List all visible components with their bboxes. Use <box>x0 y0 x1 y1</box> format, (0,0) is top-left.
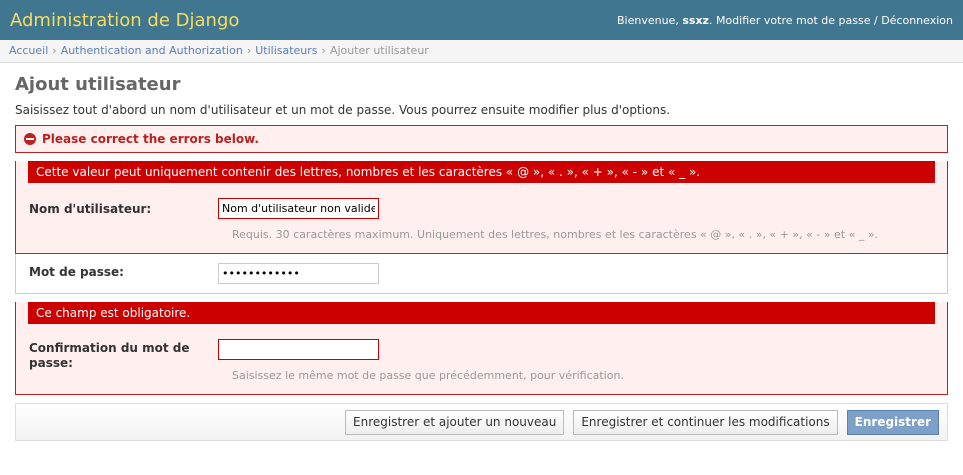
username-row: Cette valeur peut uniquement contenir de… <box>15 161 948 254</box>
breadcrumb-home[interactable]: Accueil <box>9 44 48 57</box>
change-password-link[interactable]: Modifier votre mot de passe <box>716 14 871 27</box>
page-title: Ajout utilisateur <box>15 74 181 95</box>
error-note: Please correct the errors below. <box>15 125 948 153</box>
breadcrumb-separator: › <box>321 44 326 57</box>
content: Ajout utilisateur Saisissez tout d'abord… <box>0 63 963 441</box>
submit-row: Enregistrer et ajouter un nouveau Enregi… <box>15 403 948 441</box>
breadcrumb-current: Ajouter utilisateur <box>329 44 429 57</box>
password2-input[interactable] <box>218 339 379 360</box>
password2-label-line2: passe: <box>29 356 73 370</box>
username-input[interactable] <box>218 198 379 219</box>
username-label: Nom d'utilisateur: <box>29 202 152 216</box>
user-tools: Bienvenue, ssxz. Modifier votre mot de p… <box>617 13 953 27</box>
logout-link[interactable]: Déconnexion <box>881 14 953 27</box>
save-continue-button[interactable]: Enregistrer et continuer les modificatio… <box>573 409 838 435</box>
intro-text: Saisissez tout d'abord un nom d'utilisat… <box>15 103 671 117</box>
breadcrumb-users[interactable]: Utilisateurs <box>255 44 317 57</box>
password1-label: Mot de passe: <box>29 265 124 279</box>
breadcrumb: Accueil › Authentication and Authorization… <box>0 40 963 63</box>
username-error: Cette valeur peut uniquement contenir de… <box>28 161 935 183</box>
user-tools-separator: / <box>873 13 878 27</box>
password2-row: Ce champ est obligatoire. Confirmation d… <box>15 302 948 395</box>
welcome-text: Bienvenue, <box>617 13 679 27</box>
password1-row: Mot de passe: <box>15 254 948 294</box>
error-icon <box>24 133 36 145</box>
password2-label: Confirmation du mot de passe: <box>29 341 190 371</box>
breadcrumb-separator: › <box>246 44 252 57</box>
username: ssxz <box>682 13 709 27</box>
save-add-another-button[interactable]: Enregistrer et ajouter un nouveau <box>345 409 565 435</box>
password1-input[interactable] <box>218 263 379 284</box>
password2-label-line1: Confirmation du mot de <box>29 341 190 355</box>
site-name[interactable]: Administration de Django <box>10 10 239 31</box>
breadcrumb-auth[interactable]: Authentication and Authorization <box>61 44 243 57</box>
breadcrumb-separator: › <box>52 44 57 57</box>
password2-error: Ce champ est obligatoire. <box>28 302 935 324</box>
password2-help: Saisissez le même mot de passe que précé… <box>232 369 624 382</box>
save-button[interactable]: Enregistrer <box>846 409 939 435</box>
username-help: Requis. 30 caractères maximum. Uniquemen… <box>232 228 879 241</box>
error-note-text: Please correct the errors below. <box>42 132 259 146</box>
header: Administration de Django Bienvenue, ssxz… <box>0 0 963 40</box>
